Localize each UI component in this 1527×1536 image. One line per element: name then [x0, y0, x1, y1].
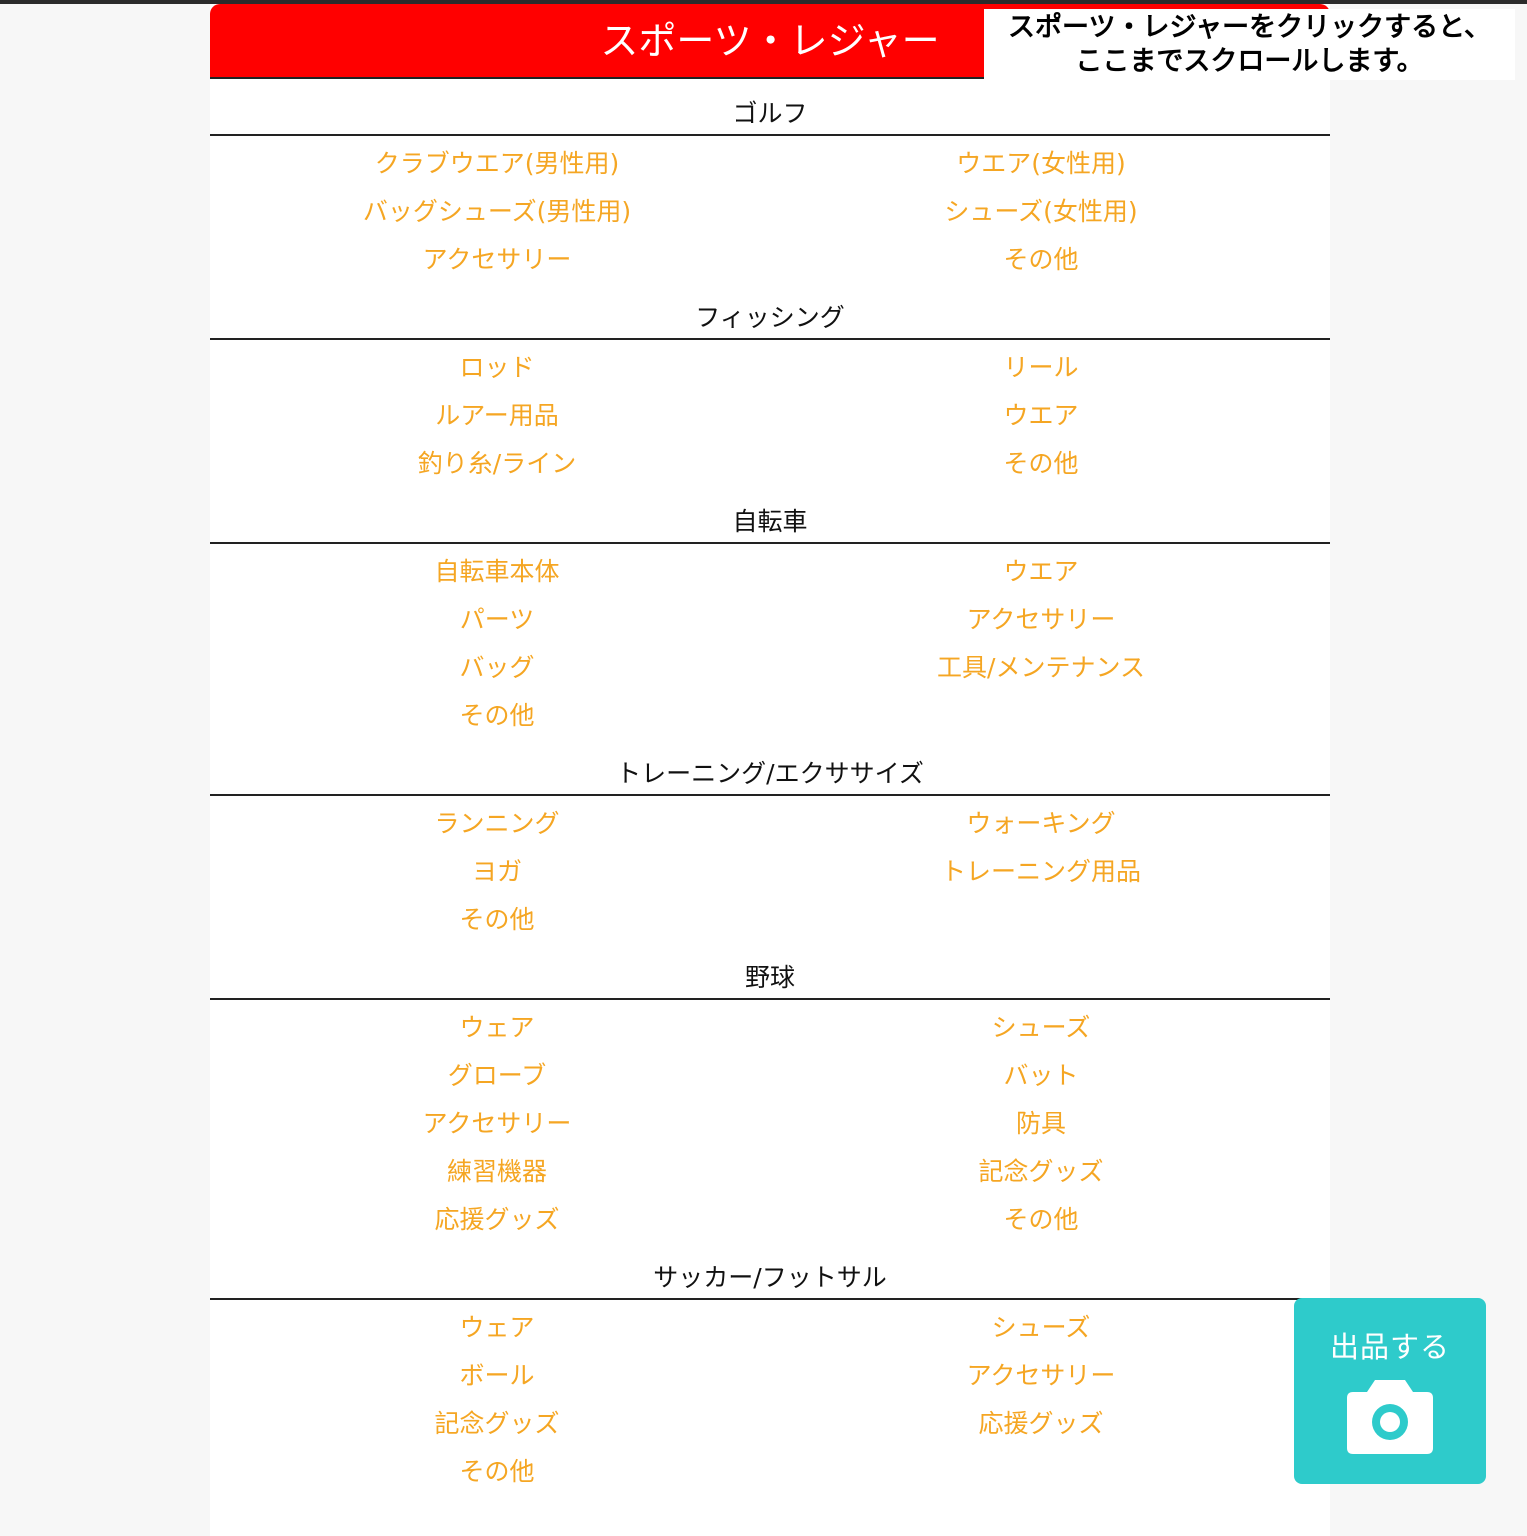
category-panel: スポーツ・レジャー ゴルフ クラブウエア(男性用) ウエア(女性用) バッグシューズ(…: [210, 4, 1330, 1536]
category-link[interactable]: クラブウエア(男性用): [287, 146, 707, 182]
section-title: サッカー/フットサル: [653, 1263, 887, 1292]
category-link[interactable]: その他: [831, 446, 1251, 482]
section-title: 自転車: [732, 507, 808, 536]
section-title: トレーニング/エクササイズ: [616, 759, 924, 788]
category-link[interactable]: 記念グッズ: [287, 1406, 707, 1442]
category-link[interactable]: アクセサリー: [831, 602, 1251, 638]
category-link[interactable]: 釣り糸/ライン: [287, 446, 707, 482]
category-link[interactable]: その他: [831, 242, 1251, 278]
category-link[interactable]: ルアー用品: [287, 398, 707, 434]
category-link[interactable]: ランニング: [287, 806, 707, 842]
category-link[interactable]: 記念グッズ: [831, 1154, 1251, 1190]
section-divider: [210, 338, 1330, 340]
category-link[interactable]: ウエア: [831, 554, 1251, 590]
category-link[interactable]: 工具/メンテナンス: [831, 650, 1251, 686]
category-link[interactable]: 自転車本体: [287, 554, 707, 590]
sell-button[interactable]: 出品する: [1294, 1298, 1486, 1484]
category-link[interactable]: その他: [287, 1454, 707, 1490]
section-title: 野球: [744, 963, 795, 992]
category-link[interactable]: トレーニング用品: [831, 854, 1251, 890]
category-link[interactable]: その他: [831, 1202, 1251, 1238]
category-link[interactable]: ウェア: [287, 1310, 707, 1346]
category-link[interactable]: ウエア(女性用): [831, 146, 1251, 182]
category-link[interactable]: ボール: [287, 1358, 707, 1394]
category-link[interactable]: アクセサリー: [287, 1106, 707, 1142]
section-divider: [210, 794, 1330, 796]
camera-icon: [1347, 1380, 1433, 1454]
sell-button-label: 出品する: [1329, 1330, 1450, 1364]
category-link[interactable]: 防具: [831, 1106, 1251, 1142]
category-link[interactable]: ウォーキング: [831, 806, 1251, 842]
section-divider: [210, 542, 1330, 544]
category-link[interactable]: リール: [831, 350, 1251, 386]
section-divider: [210, 1298, 1330, 1300]
category-link[interactable]: パーツ: [287, 602, 707, 638]
scroll-note-line-2: ここまでスクロールします。: [1075, 46, 1424, 77]
category-link[interactable]: シューズ: [831, 1310, 1251, 1346]
category-link[interactable]: ロッド: [287, 350, 707, 386]
category-link[interactable]: ヨガ: [287, 854, 707, 890]
category-link[interactable]: シューズ: [831, 1010, 1251, 1046]
category-link[interactable]: シューズ(女性用): [831, 194, 1251, 230]
category-link[interactable]: グローブ: [287, 1058, 707, 1094]
section-title: ゴルフ: [732, 99, 808, 128]
category-link[interactable]: ウェア: [287, 1010, 707, 1046]
category-link[interactable]: バッグシューズ(男性用): [287, 194, 707, 230]
category-link[interactable]: 練習機器: [287, 1154, 707, 1190]
section-divider: [210, 134, 1330, 136]
category-link[interactable]: バット: [831, 1058, 1251, 1094]
category-link[interactable]: アクセサリー: [287, 242, 707, 278]
section-divider: [210, 998, 1330, 1000]
scroll-note: スポーツ・レジャーをクリックすると、 ここまでスクロールします。: [984, 9, 1515, 80]
category-link[interactable]: アクセサリー: [831, 1358, 1251, 1394]
category-link[interactable]: 応援グッズ: [287, 1202, 707, 1238]
scroll-note-line-1: スポーツ・レジャーをクリックすると、: [1007, 12, 1492, 43]
category-link[interactable]: バッグ: [287, 650, 707, 686]
category-link[interactable]: 応援グッズ: [831, 1406, 1251, 1442]
category-link[interactable]: その他: [287, 902, 707, 938]
category-link[interactable]: ウエア: [831, 398, 1251, 434]
category-link[interactable]: その他: [287, 698, 707, 734]
section-title: フィッシング: [695, 303, 845, 332]
